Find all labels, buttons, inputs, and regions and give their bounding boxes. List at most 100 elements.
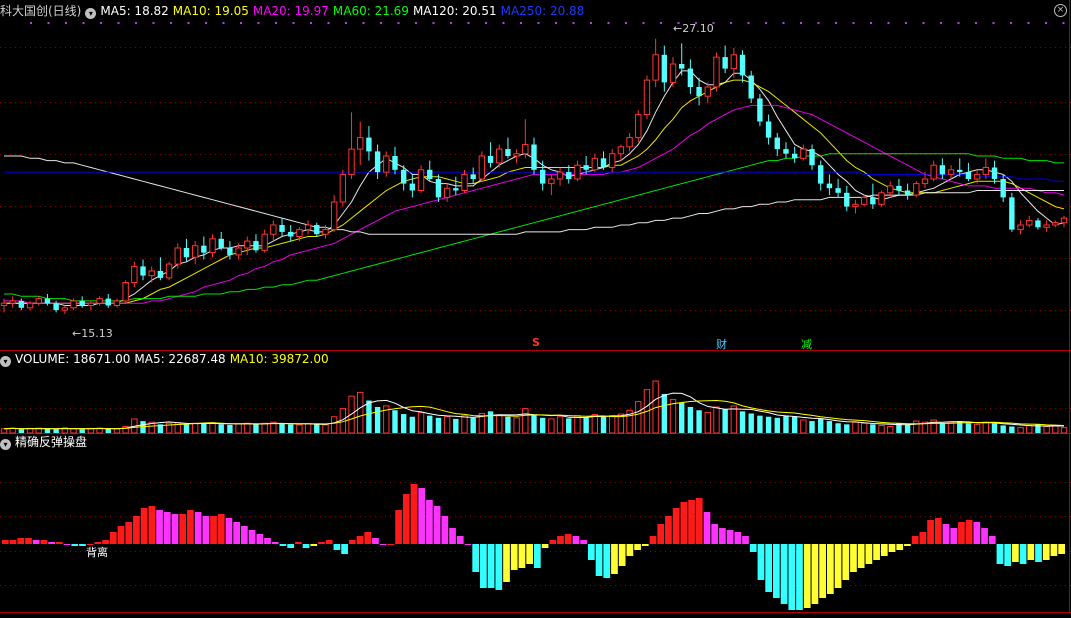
high-price-value: 27.10	[682, 22, 714, 35]
indicator-bar	[564, 534, 572, 544]
top-dot-marker	[135, 22, 137, 24]
volume-bar	[904, 424, 911, 433]
indicator-bar	[950, 528, 958, 544]
top-dot-marker	[170, 22, 172, 24]
indicator-bar	[140, 508, 148, 544]
volume-bar	[844, 424, 850, 433]
candle-body	[765, 121, 772, 138]
candle-body	[314, 225, 320, 235]
indicator-bar	[179, 514, 187, 544]
candle-body	[53, 303, 59, 311]
candle-body	[79, 300, 85, 306]
candle-body	[635, 114, 642, 139]
indicator-bar	[865, 544, 873, 564]
volume-bar	[314, 424, 320, 433]
candle-body	[583, 165, 589, 170]
volume-bar	[809, 421, 815, 433]
volume-bar	[574, 415, 581, 434]
candle-body	[774, 137, 780, 150]
top-dot-marker	[642, 22, 645, 24]
indicator-bar	[356, 536, 364, 544]
signal-s-marker[interactable]: S	[532, 336, 540, 349]
indicator-toggle-icon[interactable]: ▾	[0, 439, 11, 450]
volume-bar	[392, 410, 398, 433]
indicator-bar	[649, 536, 657, 544]
indicator-bar	[79, 544, 86, 546]
candle-body	[174, 247, 181, 265]
candle-body	[679, 64, 685, 69]
volume-bar	[730, 405, 738, 434]
candle-body	[548, 178, 555, 185]
indicator-bar	[765, 544, 773, 592]
close-icon[interactable]: ×	[1054, 4, 1067, 17]
top-dot-marker	[415, 22, 417, 24]
candle-body	[887, 185, 894, 194]
indicator-bar	[958, 522, 965, 544]
indicator-bar	[1042, 544, 1050, 560]
candle-body	[652, 54, 659, 81]
indicator-bar	[248, 530, 256, 544]
volume-bar	[973, 423, 981, 434]
candle-body	[322, 229, 329, 235]
indicator-bar	[264, 538, 271, 544]
indicator-bar	[364, 532, 372, 544]
indicator-bar	[241, 526, 248, 544]
stock-chart[interactable]	[0, 0, 1071, 618]
indicator-bar	[441, 516, 449, 544]
indicator-bar	[32, 540, 40, 544]
indicator-bar	[410, 484, 418, 544]
indicator-bar	[503, 544, 510, 582]
volume-bar	[435, 417, 442, 433]
finance-marker[interactable]: 财	[716, 336, 727, 352]
indicator-bar	[911, 536, 919, 544]
volume-header: ▾ VOLUME: 18671.00 MA5: 22687.48 MA10: 3987…	[0, 351, 333, 367]
volume-bar	[713, 406, 720, 434]
indicator-bar	[163, 512, 171, 544]
volume-bar	[939, 423, 946, 433]
top-dot-marker	[432, 22, 435, 24]
indicator-bar	[988, 536, 996, 544]
volume-bar	[783, 415, 789, 433]
candle-body	[1009, 197, 1015, 230]
indicator-bar	[194, 512, 202, 544]
volume-bar	[679, 402, 685, 433]
candle-body	[279, 225, 285, 232]
volume-toggle-icon[interactable]: ▾	[0, 356, 11, 367]
ma-line-ma5	[4, 70, 1065, 306]
volume-bar	[748, 413, 754, 433]
indicator-bar	[464, 544, 472, 545]
top-dot-marker	[730, 22, 732, 24]
indicator-bar	[63, 544, 71, 545]
candle-body	[209, 238, 216, 254]
candle-body	[757, 98, 763, 122]
volume-bar	[330, 416, 338, 434]
candle-body	[435, 179, 442, 198]
candle-body	[904, 190, 911, 196]
indicator-bar	[695, 498, 703, 544]
volume-bar	[687, 407, 694, 433]
indicator-bar	[487, 544, 495, 588]
indicator-bar	[217, 514, 225, 544]
indicator-bar	[1019, 544, 1027, 564]
top-dot-marker	[887, 22, 890, 24]
volume-bar	[722, 409, 728, 433]
candle-body	[991, 167, 998, 179]
top-dot-marker	[275, 22, 277, 24]
candle-body	[288, 231, 294, 237]
volume-bar	[470, 417, 476, 433]
candle-body	[427, 169, 433, 179]
indicator-bar	[904, 544, 911, 546]
volume-bar	[818, 418, 824, 433]
candle-body	[244, 240, 251, 249]
reduce-marker[interactable]: 减	[801, 336, 812, 352]
volume-bar	[704, 411, 711, 434]
indicator-bar	[934, 518, 942, 544]
volume-bar	[791, 416, 798, 433]
candle-body	[617, 146, 625, 155]
indicator-bar	[850, 544, 857, 572]
indicator-bar	[773, 544, 780, 598]
candle-body	[270, 224, 277, 235]
top-dot-marker	[82, 22, 85, 24]
top-dot-marker	[152, 22, 155, 24]
ma-toggle-icon[interactable]: ▾	[85, 8, 97, 19]
